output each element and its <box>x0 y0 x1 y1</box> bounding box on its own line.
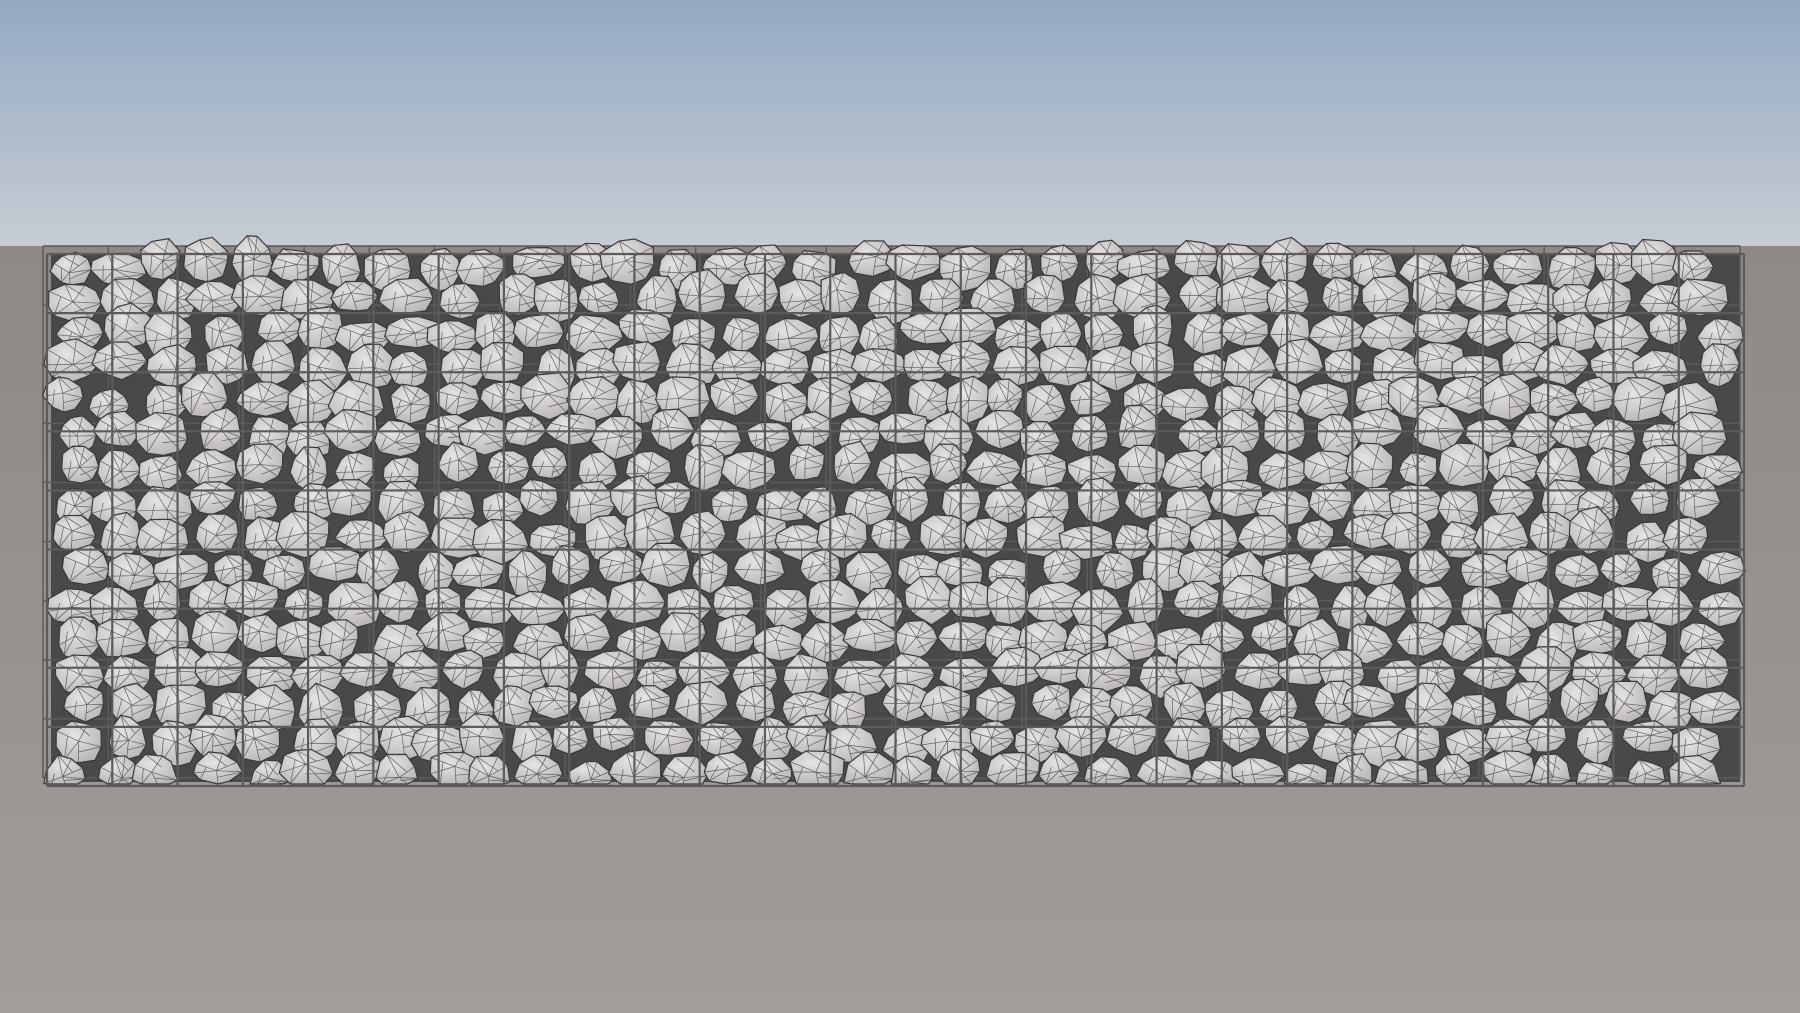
rock <box>1117 404 1157 452</box>
rock <box>877 412 931 445</box>
rock <box>1094 551 1135 591</box>
rock <box>1019 452 1068 488</box>
rock-body <box>1070 414 1110 453</box>
rock-body <box>877 412 931 445</box>
rock <box>790 411 832 449</box>
rock-body <box>325 479 372 518</box>
gabion-wall <box>41 235 1746 788</box>
rock <box>1505 546 1550 585</box>
rock-body <box>1038 345 1092 388</box>
rock <box>389 383 431 425</box>
rock <box>1070 414 1110 453</box>
rock <box>1297 382 1350 421</box>
rock <box>789 750 845 785</box>
rock <box>1038 345 1092 388</box>
rock <box>711 487 750 523</box>
rock <box>318 619 359 661</box>
rock <box>479 341 525 383</box>
rock <box>1611 377 1670 423</box>
rock <box>683 444 726 492</box>
rock <box>1208 479 1264 518</box>
rock <box>486 450 531 486</box>
rock <box>1303 450 1353 488</box>
rock-body <box>1019 452 1068 488</box>
rock <box>714 614 758 654</box>
rock-body <box>985 751 1041 785</box>
rock <box>325 479 372 518</box>
rock-body <box>1603 680 1648 724</box>
rock <box>1323 349 1362 385</box>
rock <box>135 411 189 456</box>
rock <box>1603 680 1648 724</box>
rock <box>231 235 274 283</box>
rock-body <box>135 411 189 456</box>
render-viewport <box>0 0 1800 1013</box>
rock-body <box>318 619 359 661</box>
rock <box>307 546 363 583</box>
rock <box>135 518 190 559</box>
rock <box>985 751 1041 785</box>
rock-body <box>790 411 832 449</box>
rock-body <box>1505 546 1550 585</box>
